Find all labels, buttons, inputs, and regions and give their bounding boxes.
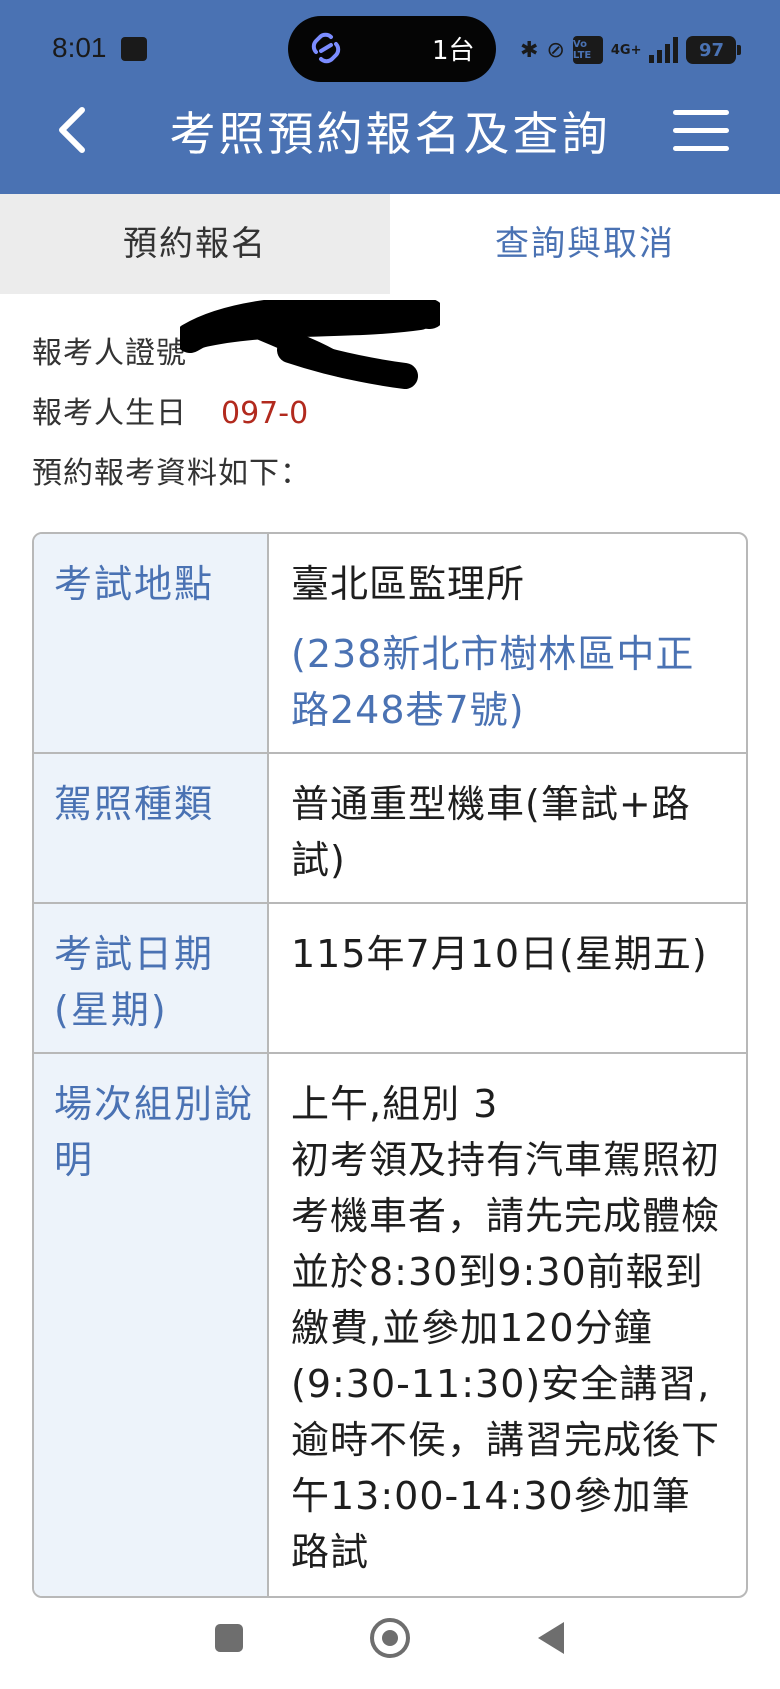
applicant-id-row: 報考人證號 — [32, 328, 187, 372]
tab-reservation[interactable]: 預約報名 — [0, 194, 390, 294]
reservation-table: 考試地點 臺北區監理所 (238新北市樹林區中正路248巷7號) 駕照種類 普通… — [32, 532, 748, 1598]
location-name: 臺北區監理所 — [291, 562, 526, 606]
tab-query-cancel[interactable]: 查詢與取消 — [390, 194, 780, 294]
signal-icon — [649, 37, 679, 63]
back-triangle-icon[interactable] — [538, 1622, 564, 1654]
table-row: 駕照種類 普通重型機車(筆試+路試) — [34, 754, 746, 904]
redaction-scribble — [180, 300, 440, 389]
applicant-birthday-row: 報考人生日 097-0 — [32, 388, 308, 432]
table-row: 場次組別說明 上午,組別 3 初考領及持有汽車駕照初考機車者，請先完成體檢並於8… — [34, 1054, 746, 1596]
table-row: 考試日期(星期) 115年7月10日(星期五) — [34, 904, 746, 1054]
row-value-session: 上午,組別 3 初考領及持有汽車駕照初考機車者，請先完成體檢並於8:30到9:3… — [269, 1054, 746, 1596]
row-label-license-type: 駕照種類 — [34, 754, 269, 902]
system-nav-bar — [0, 1600, 780, 1689]
applicant-id-label: 報考人證號 — [32, 336, 187, 371]
applicant-birthday-label: 報考人生日 — [32, 396, 187, 431]
session-description: 初考領及持有汽車駕照初考機車者，請先完成體檢並於8:30到9:30前報到繳費,並… — [291, 1138, 721, 1574]
table-row: 考試地點 臺北區監理所 (238新北市樹林區中正路248巷7號) — [34, 534, 746, 754]
status-icons: ✱ ⊘ Vo LTE 4G+ 97 — [520, 32, 742, 68]
link-icon — [311, 32, 341, 64]
volte-icon: Vo LTE — [572, 36, 603, 64]
row-value-license-type: 普通重型機車(筆試+路試) — [291, 782, 691, 882]
page-title: 考照預約報名及查詢 — [169, 107, 611, 161]
bluetooth-icon: ✱ — [520, 37, 539, 63]
back-arrow-icon[interactable] — [48, 100, 98, 160]
intro-text: 預約報考資料如下： — [32, 456, 311, 491]
battery-icon: 97 — [686, 36, 742, 64]
status-bar: 8:01 1台 ✱ ⊘ Vo LTE 4G+ 97 — [0, 0, 780, 100]
pill-device-count: 1台 — [432, 36, 475, 66]
location-address: (238新北市樹林區中正路248巷7號) — [291, 632, 695, 732]
session-group: 上午,組別 3 — [291, 1082, 499, 1126]
hamburger-menu-icon[interactable] — [673, 110, 729, 152]
row-label-location: 考試地點 — [34, 534, 269, 752]
row-label-session: 場次組別說明 — [34, 1054, 269, 1596]
notification-icon — [121, 37, 147, 61]
row-label-exam-date: 考試日期(星期) — [34, 904, 269, 1052]
network-type: 4G+ — [610, 42, 642, 58]
status-time: 8:01 — [52, 32, 107, 63]
link-status-icon: ⊘ — [546, 37, 565, 63]
recents-icon[interactable] — [215, 1624, 243, 1652]
row-value-exam-date: 115年7月10日(星期五) — [291, 932, 708, 976]
tab-bar: 預約報名 查詢與取消 — [0, 194, 780, 294]
applicant-birthday-value: 097-0 — [221, 396, 309, 431]
row-value-location: 臺北區監理所 (238新北市樹林區中正路248巷7號) — [269, 534, 746, 752]
home-icon[interactable] — [370, 1618, 410, 1658]
app-header: 8:01 1台 ✱ ⊘ Vo LTE 4G+ 97 考照預約報名及查詢 — [0, 0, 780, 194]
